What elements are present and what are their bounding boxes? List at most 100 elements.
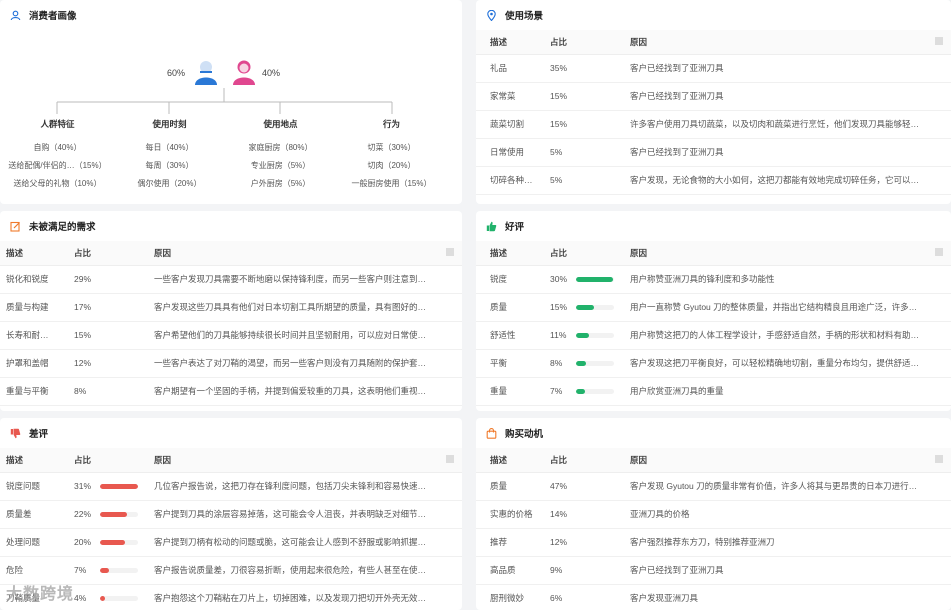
pct-bar-fill xyxy=(576,304,595,310)
row-spacer xyxy=(929,54,951,83)
row-spacer xyxy=(929,265,951,294)
row-spacer xyxy=(929,82,951,111)
pct-bar-track xyxy=(576,276,614,282)
row-pct: 20% xyxy=(74,537,92,547)
table-row[interactable]: 实惠的价格 14% 亚洲刀具的价格 xyxy=(476,500,951,529)
row-pct: 31% xyxy=(74,481,92,491)
usage-scenarios-header: 使用场景 xyxy=(476,0,951,30)
row-pct-bar: 30% xyxy=(550,274,618,284)
row-pct: 4% xyxy=(74,593,87,603)
column-menu-icon[interactable] xyxy=(440,241,462,266)
shopping-bag-icon xyxy=(486,427,497,439)
row-reason: 一些客户发现刀具需要不断地磨以保持锋利度，而另一些客户则注意到金刀… xyxy=(148,265,440,294)
table-header-row: 描述 占比 原因 xyxy=(476,241,951,266)
row-spacer xyxy=(440,556,462,585)
row-pct: 17% xyxy=(68,293,148,322)
row-spacer xyxy=(929,321,951,350)
column-menu-icon[interactable] xyxy=(929,30,951,55)
table-row[interactable]: 礼品 35% 客户已经找到了亚洲刀具 xyxy=(476,54,951,83)
row-desc: 日常使用 xyxy=(476,138,544,167)
col-pct: 占比 xyxy=(544,241,624,266)
row-pct: 5% xyxy=(544,138,624,167)
table-row[interactable]: 质量 47% 客户发现 Gyutou 刀的质量非常有价值，许多人将其与更昂贵的日本刀… xyxy=(476,472,951,501)
row-pct-bar: 7% xyxy=(550,386,618,396)
column-menu-icon[interactable] xyxy=(929,448,951,473)
row-reason: 客户发现亚洲刀具 xyxy=(624,584,929,610)
row-pct: 30% xyxy=(550,274,568,284)
table-row[interactable]: 锐化和锐度 29% 一些客户发现刀具需要不断地磨以保持锋利度，而另一些客户则注意到金… xyxy=(0,265,462,294)
row-desc: 厨刑微妙 xyxy=(476,584,544,610)
pct-bar-fill xyxy=(576,276,613,282)
row-spacer xyxy=(929,584,951,610)
table-row[interactable]: 切碎各种… 5% 客户发现，无论食物的大小如何，这把刀都能有效地完成切碎任务，它可以… xyxy=(476,166,951,195)
row-reason: 客户强烈推荐东方刀，特别推荐亚洲刀 xyxy=(624,528,929,557)
table-row[interactable]: 处理问题 20% 客户提到刀柄有松动的问题或脆，这可能会让人感到不舒服或影响抓握力… xyxy=(0,528,462,557)
pct-bar-track xyxy=(576,332,614,338)
pct-bar-fill xyxy=(576,332,590,338)
row-desc: 家常菜 xyxy=(476,82,544,111)
row-pct: 12% xyxy=(544,528,624,557)
table-row[interactable]: 厨刑微妙 6% 客户发现亚洲刀具 xyxy=(476,584,951,610)
col-reason: 原因 xyxy=(148,241,440,266)
table-row[interactable]: 平衡 8% 客户发现这把刀平衡良好，可以轻松精确地切割，重量分布均匀，提供舒适… xyxy=(476,349,951,378)
pct-bar-fill xyxy=(576,360,586,366)
row-reason: 客户发现 Gyutou 刀的质量非常有价值，许多人将其与更昂贵的日本刀进行… xyxy=(624,472,929,501)
table-row[interactable]: 护罩和盖帽 12% 一些客户表达了对刀鞘的渴望，而另一些客户则没有刀具随附的保护套，… xyxy=(0,349,462,378)
negative-reviews-title: 差评 xyxy=(29,429,49,440)
table-row[interactable]: 锐度 30% 用户称赞亚洲刀具的锋利度和多功能性 xyxy=(476,265,951,294)
table-row[interactable]: 高品质 9% 客户已经找到了亚洲刀具 xyxy=(476,556,951,585)
column-menu-icon[interactable] xyxy=(440,448,462,473)
category-usage-location: 使用地点 家庭厨房（80%） 专业厨房（5%） 户外厨房（5%） xyxy=(248,119,313,188)
row-spacer xyxy=(929,556,951,585)
table-header-row: 描述 占比 原因 xyxy=(476,448,951,473)
row-pct: 11% xyxy=(550,330,567,340)
row-reason: 用户称赞这把刀的人体工程学设计，手感舒适自然，手柄的形状和材料有助… xyxy=(624,321,929,350)
row-pct-bar: 11% xyxy=(550,330,618,340)
row-pct: 29% xyxy=(68,265,148,294)
row-reason: 用户一直称赞 Gyutou 刀的整体质量，并指出它结构精良且用途广泛，许多… xyxy=(624,293,929,322)
row-reason: 客户发现这些刀具具有他们对日本切割工具所期望的质量，具有图好的抓地… xyxy=(148,293,440,322)
table-row[interactable]: 重量 7% 用户欣赏亚洲刀具的重量 xyxy=(476,377,951,406)
col-pct: 占比 xyxy=(544,30,624,55)
table-row[interactable]: 质量差 22% 客户提到刀具的涂层容易掉落，这可能会令人沮丧，并表明缺乏对细节的关注… xyxy=(0,500,462,529)
table-header-row: 描述 占比 原因 xyxy=(476,30,951,55)
col-pct: 占比 xyxy=(544,448,624,473)
table-row[interactable]: 日常使用 5% 客户已经找到了亚洲刀具 xyxy=(476,138,951,167)
table-row[interactable]: 重量与平衡 8% 客户期望有一个坚固的手柄，并提到偏爱较重的刀具，这表明他们重视具有… xyxy=(0,377,462,406)
pct-bar-track xyxy=(100,595,138,601)
pct-bar-fill xyxy=(100,539,125,545)
table-row[interactable]: 质量 15% 用户一直称赞 Gyutou 刀的整体质量，并指出它结构精良且用途广泛，… xyxy=(476,293,951,322)
positive-reviews-card: 好评 描述 占比 原因 锐度 30% 用户称赞亚洲刀具的锋利度和多功能性 质量 15% 用… xyxy=(476,211,951,411)
consumer-profile-title: 消费者画像 xyxy=(29,11,77,22)
table-row[interactable]: 质量与构建 17% 客户发现这些刀具具有他们对日本切割工具所期望的质量，具有图好的抓… xyxy=(0,293,462,322)
row-pct: 15% xyxy=(68,321,148,350)
table-row[interactable]: 家常菜 15% 客户已经找到了亚洲刀具 xyxy=(476,82,951,111)
row-reason: 用户欣赏亚洲刀具的重量 xyxy=(624,377,929,406)
row-desc: 切碎各种… xyxy=(476,166,544,195)
pct-bar-track xyxy=(100,567,138,573)
table-row[interactable]: 推荐 12% 客户强烈推荐东方刀，特别推荐亚洲刀 xyxy=(476,528,951,557)
row-pct: 15% xyxy=(544,82,624,111)
row-spacer xyxy=(929,500,951,529)
row-reason: 客户期望有一个坚固的手柄，并提到偏爱较重的刀具，这表明他们重视具有… xyxy=(148,377,440,406)
row-reason: 客户提到刀具的涂层容易掉落，这可能会令人沮丧，并表明缺乏对细节的关注… xyxy=(148,500,440,529)
user-icon xyxy=(10,10,21,21)
column-menu-icon[interactable] xyxy=(929,241,951,266)
row-desc: 推荐 xyxy=(476,528,544,557)
pct-bar-track xyxy=(100,483,138,489)
col-desc: 描述 xyxy=(0,241,68,266)
row-spacer xyxy=(440,321,462,350)
positive-reviews-title: 好评 xyxy=(505,222,525,233)
row-pct-bar: 31% xyxy=(74,481,142,491)
row-spacer xyxy=(440,528,462,557)
pct-bar-track xyxy=(576,360,614,366)
row-pct-bar: 15% xyxy=(550,302,618,312)
row-desc: 质量 xyxy=(476,472,544,501)
table-row[interactable]: 长寿和耐… 15% 客户希望他们的刀具能够持续很长时间并且坚韧耐用，可以应对日常使用… xyxy=(0,321,462,350)
usage-scenarios-title: 使用场景 xyxy=(505,11,544,22)
table-row[interactable]: 锐度问题 31% 几位客户报告说，这把刀存在锋利度问题，包括刀尖未锋利和容易快速变钝… xyxy=(0,472,462,501)
row-desc: 礼品 xyxy=(476,54,544,83)
row-pct: 12% xyxy=(68,349,148,378)
table-row[interactable]: 舒适性 11% 用户称赞这把刀的人体工程学设计，手感舒适自然，手柄的形状和材料有助… xyxy=(476,321,951,350)
table-row[interactable]: 蔬菜切割 15% 许多客户使用刀具切蔬菜，以及切肉和蔬菜进行烹饪，他们发现刀具能够轻… xyxy=(476,110,951,139)
